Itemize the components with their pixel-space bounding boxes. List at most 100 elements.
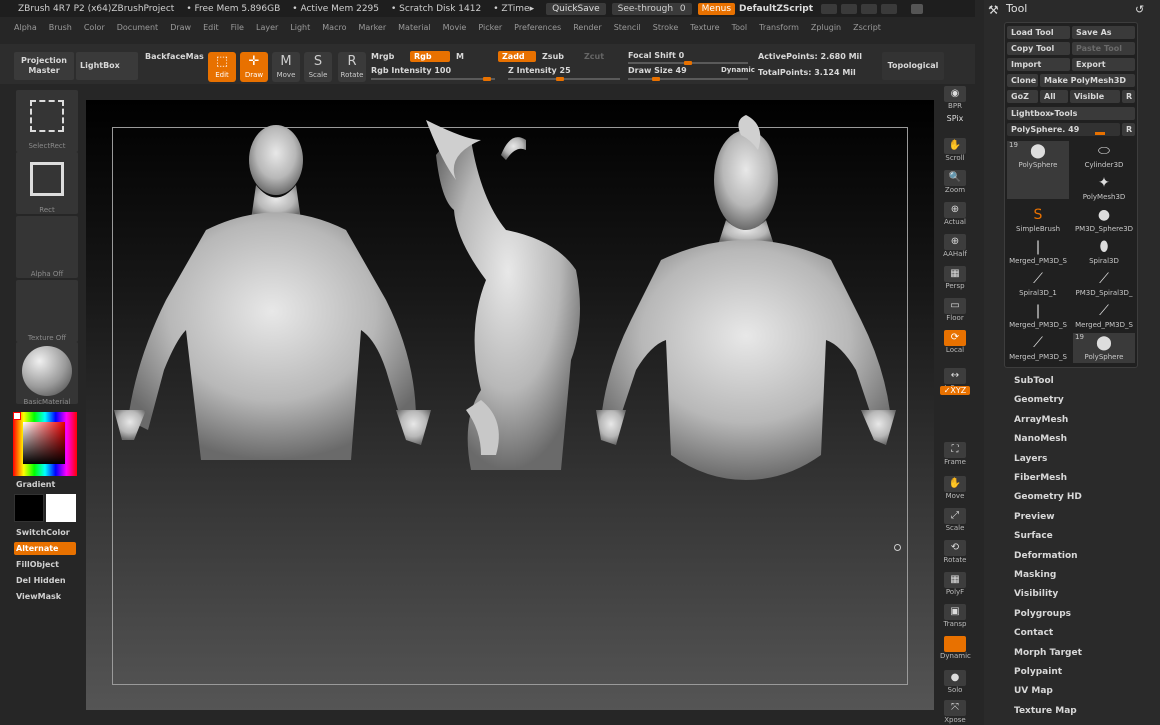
menu-movie[interactable]: Movie [443, 23, 467, 32]
menu-stroke[interactable]: Stroke [653, 23, 679, 32]
subpalette-geometry[interactable]: Geometry [1014, 395, 1064, 405]
lightbox-button[interactable]: LightBox [76, 52, 138, 80]
subpalette-subtool[interactable]: SubTool [1014, 376, 1054, 386]
draw-size-slider[interactable] [628, 77, 748, 81]
floor-button[interactable]: ▭ Floor [940, 296, 970, 324]
subpalette-contact[interactable]: Contact [1014, 628, 1053, 638]
tool-thumbnail[interactable]: S SimpleBrush [1007, 205, 1069, 235]
tool-thumbnail[interactable]: ⟋ PM3D_Spiral3D_ [1073, 269, 1135, 299]
menu-preferences[interactable]: Preferences [514, 23, 561, 32]
z-intensity-slider[interactable] [508, 77, 620, 81]
xpose-button[interactable]: ⤧ Xpose [940, 698, 970, 725]
current-tool-slider[interactable]: PolySphere. 49 [1007, 123, 1120, 136]
rotate-view-button[interactable]: ⟲ Rotate [940, 538, 970, 566]
menu-tool[interactable]: Tool [732, 23, 748, 32]
layout-icon[interactable] [841, 3, 858, 14]
current-tool-r-button[interactable]: R [1122, 123, 1135, 136]
tool-thumbnail[interactable]: 19 ⬤ PolySphere [1007, 141, 1069, 199]
copy-tool-button[interactable]: Copy Tool [1007, 42, 1070, 55]
subpalette-fibermesh[interactable]: FiberMesh [1014, 473, 1067, 483]
subpalette-surface[interactable]: Surface [1014, 531, 1053, 541]
local-button[interactable]: ⟳ Local [940, 328, 970, 356]
palette-reset-icon[interactable]: ↺ [1135, 3, 1144, 16]
subpalette-layers[interactable]: Layers [1014, 454, 1047, 464]
menu-alpha[interactable]: Alpha [14, 23, 37, 32]
material-button[interactable] [16, 342, 78, 404]
subpalette-masking[interactable]: Masking [1014, 570, 1056, 580]
scroll-button[interactable]: ✋ Scroll [940, 136, 970, 164]
export-button[interactable]: Export [1072, 58, 1135, 71]
fill-object-button[interactable]: FillObject [14, 558, 76, 571]
menu-brush[interactable]: Brush [49, 23, 72, 32]
rect-button[interactable] [16, 152, 78, 214]
see-through-slider[interactable]: See-through 0 [611, 2, 692, 15]
texture-button[interactable] [16, 280, 78, 342]
draw-button[interactable]: ✛ Draw [240, 52, 268, 82]
visible-button[interactable]: Visible [1070, 90, 1120, 103]
tool-thumbnail[interactable]: ⬮ Spiral3D [1073, 237, 1135, 267]
dynamic-button[interactable]: Dynamic [721, 66, 755, 74]
rotate-button[interactable]: R Rotate [338, 52, 366, 82]
goz-button[interactable]: GoZ [1007, 90, 1038, 103]
tool-thumbnail[interactable]: ❘ Merged_PM3D_S [1007, 237, 1069, 267]
m-button[interactable]: M [456, 52, 464, 61]
subpalette-polygroups[interactable]: Polygroups [1014, 609, 1071, 619]
view-mask-button[interactable]: ViewMask [14, 590, 76, 603]
menu-material[interactable]: Material [398, 23, 431, 32]
color-square[interactable] [23, 422, 65, 464]
mrgb-button[interactable]: Mrgb [371, 52, 394, 61]
document-canvas[interactable] [86, 100, 934, 710]
default-zscript-button[interactable]: DefaultZScript [739, 4, 813, 14]
menu-macro[interactable]: Macro [322, 23, 346, 32]
subpalette-geometry-hd[interactable]: Geometry HD [1014, 492, 1082, 502]
menu-render[interactable]: Render [573, 23, 601, 32]
subpalette-uv-map[interactable]: UV Map [1014, 686, 1053, 696]
secondary-color-swatch[interactable] [46, 494, 76, 522]
menus-button[interactable]: Menus [697, 2, 736, 15]
menu-file[interactable]: File [231, 23, 244, 32]
r-button[interactable]: R [1122, 90, 1135, 103]
zsub-button[interactable]: Zsub [542, 52, 564, 61]
rgb-intensity-slider[interactable] [371, 77, 495, 81]
color-picker[interactable] [13, 412, 77, 476]
tool-thumbnail[interactable]: ● PM3D_Sphere3D [1073, 205, 1135, 235]
menu-stencil[interactable]: Stencil [614, 23, 641, 32]
layout-icon[interactable] [881, 3, 898, 14]
tool-thumbnail[interactable]: ✦ PolyMesh3D [1073, 173, 1135, 203]
menu-zplugin[interactable]: Zplugin [811, 23, 841, 32]
subpalette-arraymesh[interactable]: ArrayMesh [1014, 415, 1068, 425]
focal-shift-slider[interactable] [628, 61, 748, 65]
clone-button[interactable]: Clone [1007, 74, 1038, 87]
window-controls[interactable] [821, 3, 924, 14]
move-view-button[interactable]: ✋ Move [940, 474, 970, 502]
tool-thumbnail[interactable]: ❘ Merged_PM3D_S [1007, 301, 1069, 331]
backface-mask-button[interactable]: BackfaceMas [145, 52, 204, 61]
menu-light[interactable]: Light [290, 23, 310, 32]
menu-layer[interactable]: Layer [256, 23, 278, 32]
subpalette-morph-target[interactable]: Morph Target [1014, 648, 1082, 658]
xyz-button[interactable]: ✓XYZ [940, 384, 970, 412]
tool-thumbnail[interactable]: ⟋ Merged_PM3D_S [1073, 301, 1135, 331]
menu-color[interactable]: Color [84, 23, 105, 32]
aahalf-button[interactable]: ⊕ AAHalf [940, 232, 970, 260]
bpr-button[interactable]: ◉ BPR [940, 84, 970, 112]
menu-edit[interactable]: Edit [203, 23, 219, 32]
subpalette-polypaint[interactable]: Polypaint [1014, 667, 1062, 677]
zcut-button[interactable]: Zcut [584, 52, 604, 61]
move-button[interactable]: M Move [272, 52, 300, 82]
subpalette-deformation[interactable]: Deformation [1014, 551, 1078, 561]
quicksave-button[interactable]: QuickSave [546, 2, 606, 15]
menu-texture[interactable]: Texture [690, 23, 719, 32]
scale-view-button[interactable]: ⤢ Scale [940, 506, 970, 534]
dynamic-button[interactable]: Dynamic [940, 634, 971, 662]
load-tool-button[interactable]: Load Tool [1007, 26, 1070, 39]
frame-button[interactable]: ⛶ Frame [940, 440, 970, 468]
polyf-button[interactable]: ▦ PolyF [940, 570, 970, 598]
menu-zscript[interactable]: Zscript [853, 23, 881, 32]
actual-button[interactable]: ⊕ Actual [940, 200, 970, 228]
alpha-button[interactable] [16, 216, 78, 278]
menu-document[interactable]: Document [117, 23, 158, 32]
menu-draw[interactable]: Draw [170, 23, 191, 32]
gradient-button[interactable]: Gradient [14, 478, 76, 491]
transp-button[interactable]: ▣ Transp [940, 602, 970, 630]
